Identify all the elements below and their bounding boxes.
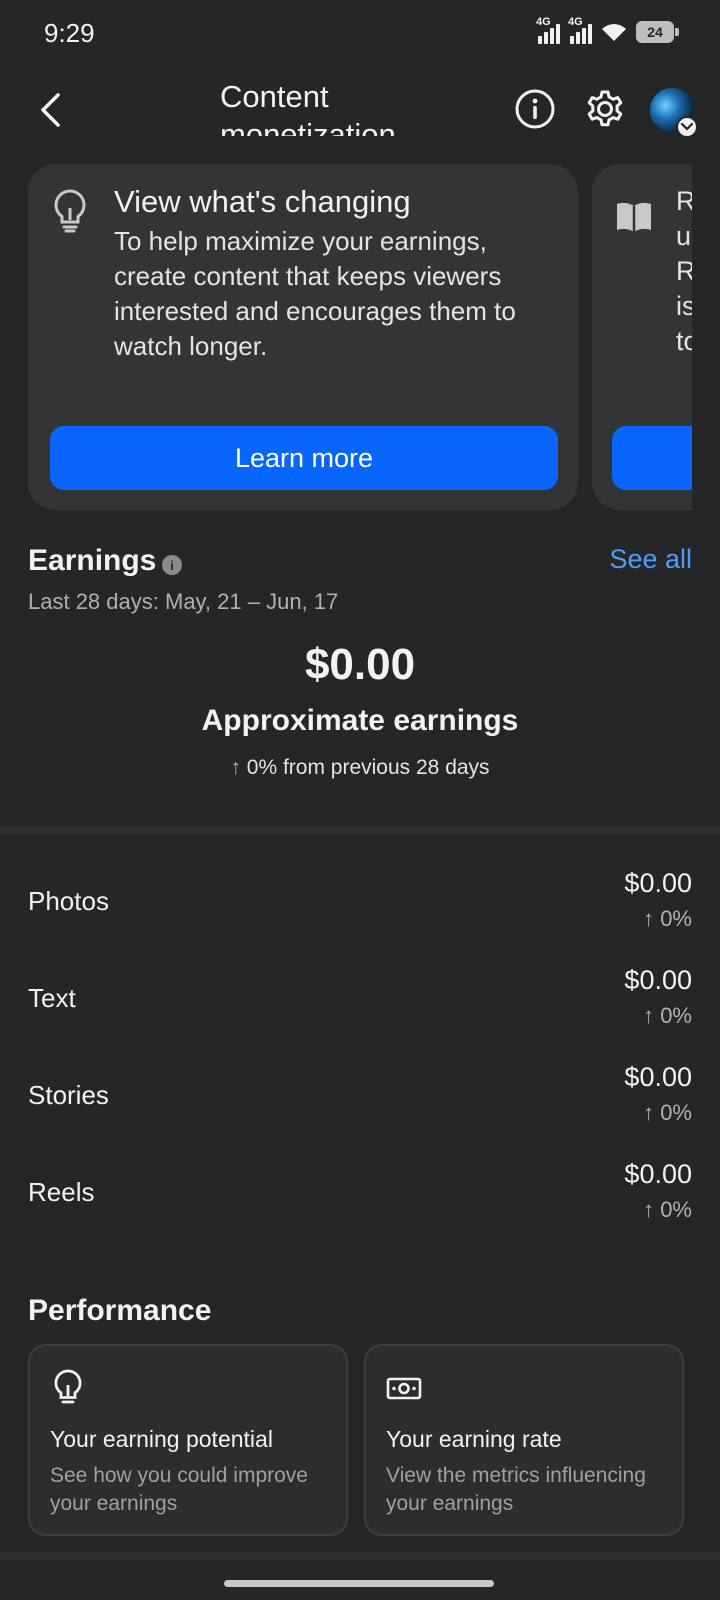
date-range-label: Last 28 days: [28,589,159,614]
back-button[interactable] [30,88,70,132]
promo-card[interactable]: R u R is to [592,164,692,510]
earning-potential-card[interactable]: Your earning potential See how you could… [28,1344,348,1536]
earnings-total: $0.00 [304,640,416,689]
promo-carousel[interactable]: View what's changing To help maximize yo… [0,164,692,512]
breakdown-amount: $0.00 [624,1062,692,1092]
date-range-value: May, 21 – Jun, 17 [165,589,339,614]
perf-card-desc: See how you could improve your earnings [50,1464,308,1515]
breakdown-row[interactable]: Stories $0.00 ↑ 0% [0,1054,720,1150]
earnings-change-text: 0% from previous 28 days [246,756,490,779]
breakdown-label: Stories [28,1080,109,1110]
breakdown-change: ↑ 0% [643,1197,692,1222]
perf-card-desc: View the metrics influencing your earnin… [386,1464,646,1515]
promo-text-partial: R u R is to [676,186,692,356]
breakdown-label: Text [28,983,76,1013]
promo-body: To help maximize your earnings, create c… [114,226,516,361]
battery-level: 24 [647,24,663,40]
earnings-heading: Earnings [28,544,157,577]
section-divider [0,826,720,834]
wifi-icon [602,24,626,41]
network-type-label: 4G [536,16,551,28]
earning-rate-card[interactable]: Your earning rate View the metrics influ… [364,1344,684,1536]
info-button[interactable] [512,86,558,132]
lightbulb-icon [54,189,86,233]
breakdown-change: ↑ 0% [643,1100,692,1125]
promo-title: View what's changing [114,184,411,219]
breakdown-row[interactable]: Reels $0.00 ↑ 0% [0,1151,720,1247]
section-divider [0,1552,720,1560]
info-icon [515,89,555,129]
book-icon [617,202,651,232]
learn-more-button[interactable]: Learn more [50,426,558,490]
back-icon [41,93,60,127]
battery-icon: 24 [636,21,679,43]
gear-icon [587,90,623,127]
settings-button[interactable] [582,86,628,132]
performance-heading: Performance [28,1294,212,1327]
network-type-label: 4G [568,16,583,28]
perf-card-title: Your earning rate [386,1426,562,1452]
see-all-link[interactable]: See all [609,544,692,575]
date-range: Last 28 days: May, 21 – Jun, 17 [28,589,338,615]
promo-button[interactable] [612,426,692,490]
breakdown-change: ↑ 0% [643,906,692,931]
signal-icon: 4G [536,16,560,44]
status-time: 9:29 [44,18,95,48]
home-indicator[interactable] [224,1580,494,1587]
earnings-change: ↑ 0% from previous 28 days [0,756,720,780]
breakdown-change: ↑ 0% [643,1003,692,1028]
money-icon [386,1377,422,1400]
app-header: Content monetization [0,64,720,156]
profile-avatar[interactable] [650,88,698,138]
breakdown-amount: $0.00 [624,1159,692,1189]
page-title: Content monetization [220,79,396,136]
perf-card-title: Your earning potential [50,1426,273,1452]
chevron-down-icon [676,116,698,138]
breakdown-row[interactable]: Text $0.00 ↑ 0% [0,957,720,1053]
status-icons: 4G 4G 24 [536,16,679,44]
promo-card: View what's changing To help maximize yo… [28,164,578,510]
arrow-up-icon: ↑ [230,756,241,779]
lightbulb-icon [54,1369,82,1404]
earnings-total-label: Approximate earnings [201,704,519,737]
breakdown-row[interactable]: Photos $0.00 ↑ 0% [0,860,720,956]
breakdown-label: Photos [28,886,109,916]
breakdown-amount: $0.00 [624,868,692,898]
info-icon[interactable]: i [162,555,182,575]
status-bar: 9:29 4G 4G 24 [0,0,720,64]
signal-icon: 4G [568,16,592,44]
breakdown-label: Reels [28,1177,95,1207]
breakdown-amount: $0.00 [624,965,692,995]
